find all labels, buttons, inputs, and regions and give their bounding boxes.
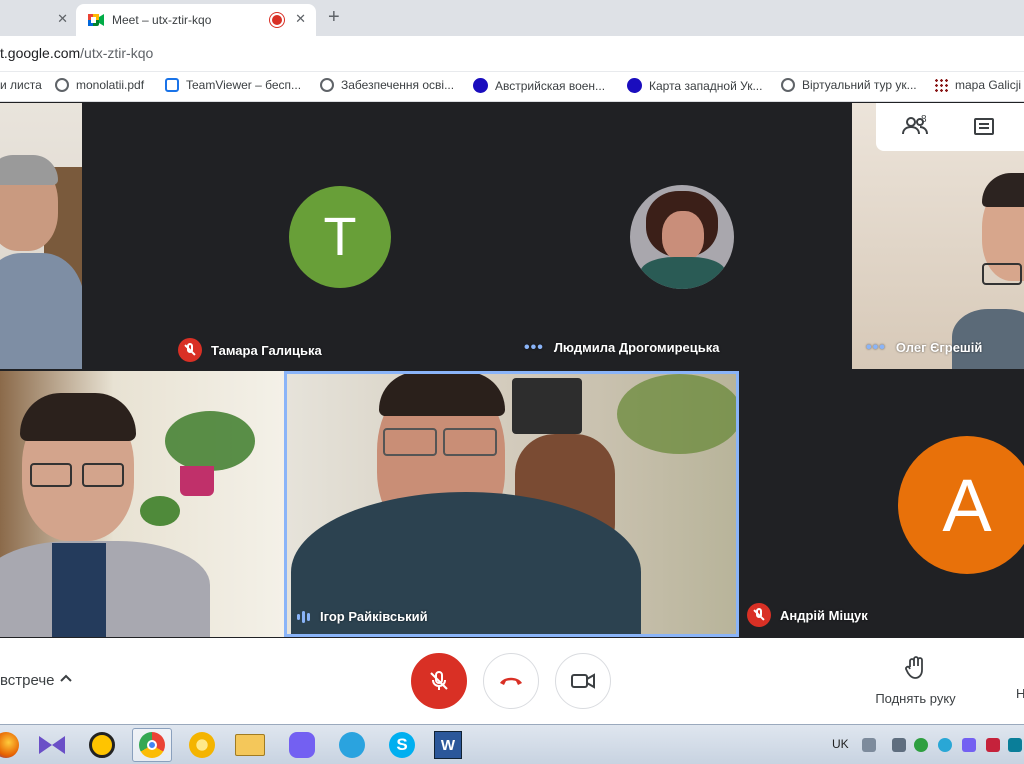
participant-name: ••• Людмила Дрогомирецька: [524, 338, 720, 356]
participant-shirt: [52, 543, 106, 637]
visual-studio-icon[interactable]: [32, 728, 72, 762]
bookmark-item[interactable]: TeamViewer – бесп...: [165, 78, 301, 92]
language-indicator[interactable]: UK: [832, 737, 849, 751]
tab-meet[interactable]: Meet – utx-ztir-kqo ✕: [76, 4, 316, 36]
blue-circle-icon: [627, 78, 642, 93]
bookmark-item[interactable]: monolatii.pdf: [55, 78, 144, 92]
new-tab-icon[interactable]: +: [328, 6, 340, 29]
participant-hair: [0, 155, 58, 185]
participant-name: Тамара Галицька: [178, 338, 322, 362]
tab-previous[interactable]: ✕: [0, 4, 78, 36]
participant-glasses: [982, 263, 1022, 285]
bookmark-item[interactable]: Забезпечення осві...: [320, 78, 454, 92]
participant-glasses: [383, 428, 437, 456]
bookmark-item[interactable]: и листа: [0, 78, 42, 92]
more-dots-icon: •••: [866, 338, 886, 356]
tab-title: Meet – utx-ztir-kqo: [112, 13, 212, 27]
raise-hand-button[interactable]: Поднять руку: [858, 656, 973, 706]
viber-tray-icon[interactable]: [962, 738, 976, 752]
meeting-details-label[interactable]: встрече: [0, 672, 55, 689]
raise-hand-label: Поднять руку: [875, 691, 956, 706]
video-tile[interactable]: T Тамара Галицька: [82, 103, 422, 369]
meeting-side-controls: 8: [876, 103, 1024, 151]
network-icon[interactable]: [1008, 738, 1022, 752]
meet-video-grid: T Тамара Галицька ••• Людмила Дрогомирец…: [0, 103, 1024, 638]
tab-close-icon[interactable]: ✕: [57, 11, 68, 27]
sync-icon[interactable]: [938, 738, 952, 752]
viber-icon[interactable]: [282, 728, 322, 762]
firefox-icon[interactable]: [0, 728, 26, 762]
hand-icon: [904, 656, 923, 679]
keyboard-icon[interactable]: [862, 738, 876, 752]
windows-taskbar: S W UK: [0, 724, 1024, 764]
participant-hair: [20, 393, 136, 441]
mic-off-icon: [430, 671, 448, 690]
chrome-canary-icon[interactable]: [182, 728, 222, 762]
participant-glasses: [82, 463, 124, 487]
participant-hair: [982, 173, 1024, 207]
bookmarks-bar: и листа monolatii.pdf TeamViewer – бесп.…: [0, 72, 1024, 102]
tab-close-icon[interactable]: ✕: [295, 11, 306, 27]
participant-avatar: A: [898, 436, 1024, 574]
more-dots-icon: •••: [524, 338, 544, 356]
participant-name: Ігор Райківський: [297, 609, 428, 624]
mic-off-icon: [178, 338, 202, 362]
video-camera-icon: [571, 673, 595, 689]
skype-icon[interactable]: S: [382, 728, 422, 762]
teamviewer-icon: [165, 78, 179, 92]
antivirus-icon[interactable]: [986, 738, 1000, 752]
globe-icon: [781, 78, 795, 92]
globe-icon: [55, 78, 69, 92]
plant: [165, 411, 255, 471]
video-tile-active-speaker[interactable]: Ігор Райківський: [284, 371, 739, 637]
browser-tabstrip: ✕ Meet – utx-ztir-kqo ✕ +: [0, 0, 1024, 36]
explorer-icon[interactable]: [230, 728, 270, 762]
plant: [140, 496, 180, 526]
chevron-up-icon[interactable]: [60, 672, 72, 684]
participant-avatar: T: [289, 186, 391, 288]
globe-icon: [320, 78, 334, 92]
blue-circle-icon: [473, 78, 488, 93]
microphone-toggle-button[interactable]: [411, 653, 467, 709]
chrome-icon[interactable]: [132, 728, 172, 762]
check-icon[interactable]: [914, 738, 928, 752]
word-icon[interactable]: W: [428, 728, 468, 762]
bookmark-item[interactable]: Віртуальний тур ук...: [781, 78, 917, 92]
chat-icon[interactable]: [974, 118, 994, 135]
video-tile[interactable]: A Андрій Міщук: [739, 371, 1024, 637]
participant-name: ••• Олег Єгрешій: [866, 338, 983, 356]
mic-off-icon: [747, 603, 771, 627]
meet-control-bar: встрече Поднять руку Н: [0, 638, 1024, 724]
camera-toggle-button[interactable]: [555, 653, 611, 709]
bookmark-item[interactable]: mapa Galicji: [934, 78, 1021, 92]
google-meet-icon: [88, 14, 104, 26]
flower-pot: [180, 466, 214, 496]
participant-hair: [379, 374, 505, 416]
speaking-indicator-icon: [297, 610, 310, 623]
video-tile[interactable]: [0, 371, 284, 637]
plant: [617, 374, 736, 454]
video-tile[interactable]: [0, 103, 82, 369]
participant-name: Андрій Міщук: [747, 603, 868, 627]
participant-glasses: [30, 463, 72, 487]
clipboard-icon[interactable]: [892, 738, 906, 752]
hang-up-icon: [500, 677, 522, 685]
participant-glasses: [443, 428, 497, 456]
present-label[interactable]: Н: [1016, 686, 1024, 701]
url-text[interactable]: t.google.com/utx-ztir-kqo: [0, 45, 153, 61]
participant-shirt: [0, 253, 82, 369]
video-tile[interactable]: ••• Людмила Дрогомирецька: [422, 103, 852, 369]
telegram-icon[interactable]: [332, 728, 372, 762]
participant-shirt: [952, 309, 1024, 369]
leave-call-button[interactable]: [483, 653, 539, 709]
recording-indicator-icon: [272, 15, 282, 25]
participant-count: 8: [921, 114, 927, 125]
bookmark-item[interactable]: Австрийская воен...: [473, 78, 605, 93]
bookmark-item[interactable]: Карта западной Ук...: [627, 78, 762, 93]
participant-photo: [630, 185, 734, 289]
archicad-icon[interactable]: [82, 728, 122, 762]
grid-icon: [934, 78, 948, 92]
printer: [512, 378, 582, 434]
address-bar[interactable]: t.google.com/utx-ztir-kqo: [0, 36, 1024, 72]
